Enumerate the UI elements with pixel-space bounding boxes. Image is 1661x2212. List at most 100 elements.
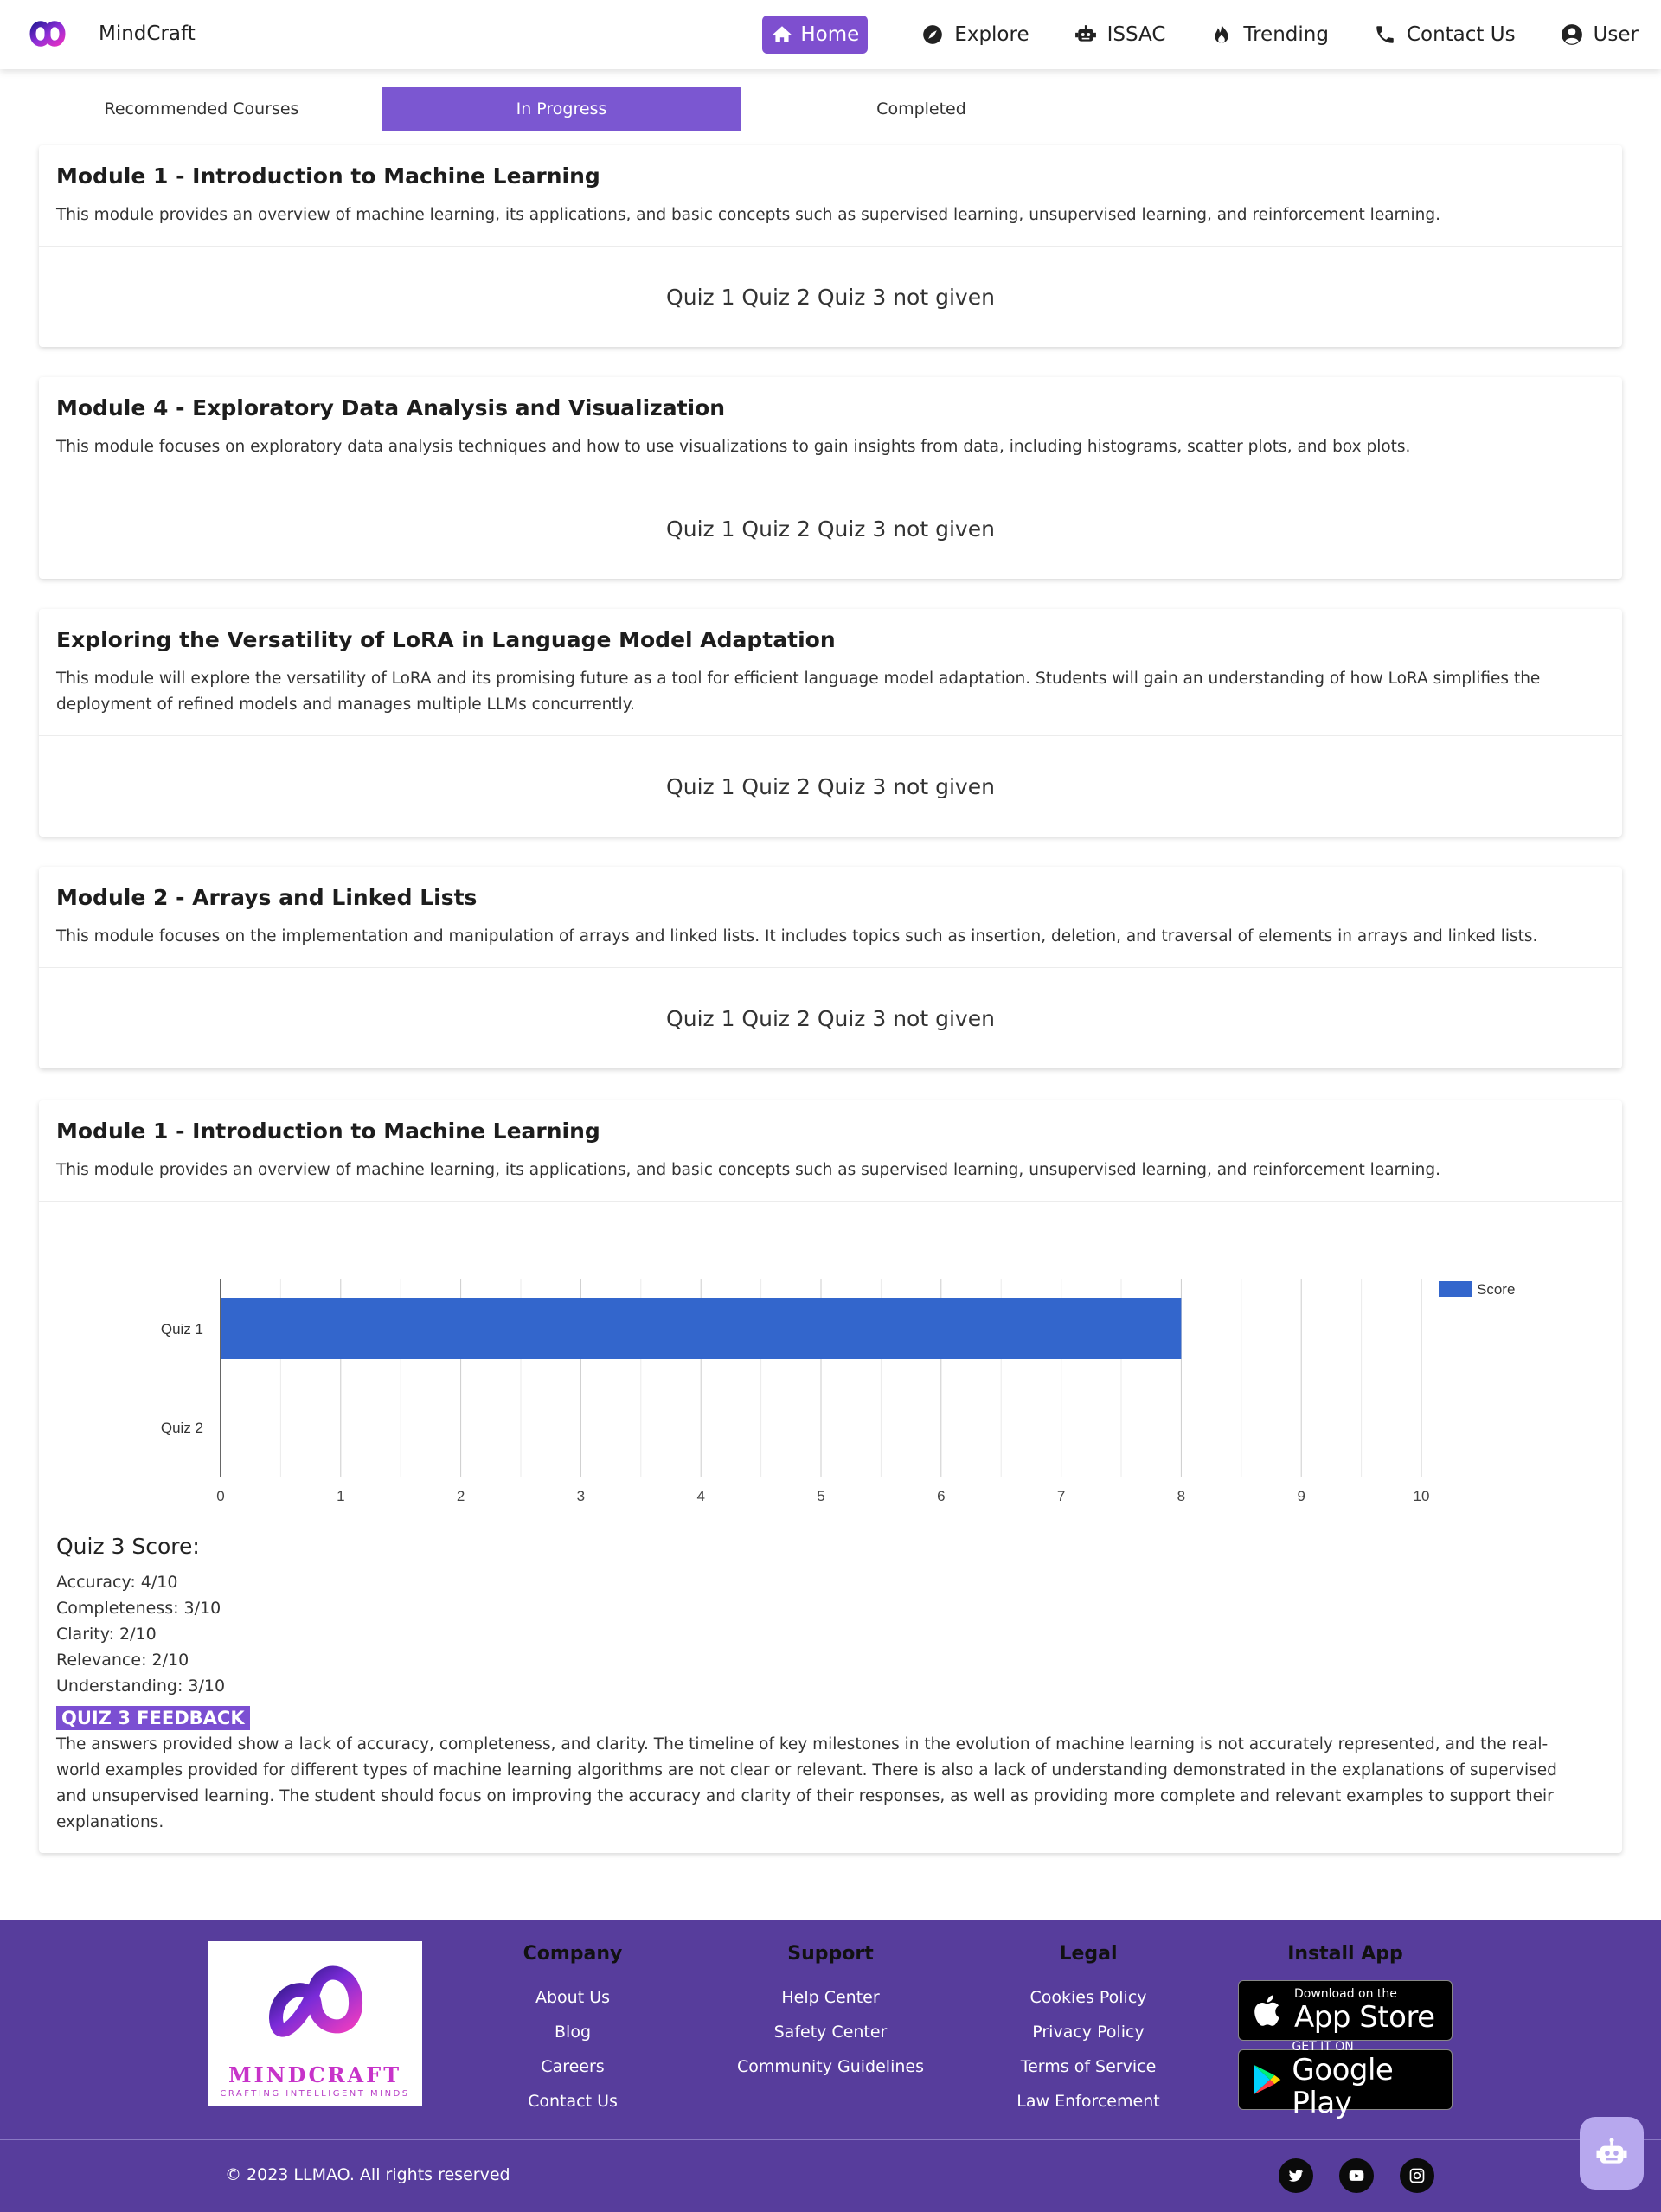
y-category-label: Quiz 2 xyxy=(161,1420,203,1436)
module-title: Module 1 - Introduction to Machine Learn… xyxy=(56,163,600,189)
nav-contact[interactable]: Contact Us xyxy=(1360,16,1530,54)
footer-link-law-enforcement[interactable]: Law Enforcement xyxy=(1002,2084,1175,2119)
nav-issac[interactable]: ISSAC xyxy=(1061,16,1180,54)
footer-link-privacy[interactable]: Privacy Policy xyxy=(1002,2015,1175,2049)
nav-issac-label: ISSAC xyxy=(1106,23,1166,46)
instagram-icon xyxy=(1409,2168,1425,2183)
tab-recommended-courses[interactable]: Recommended Courses xyxy=(22,87,382,131)
module-title: Module 1 - Introduction to Machine Learn… xyxy=(56,1119,600,1144)
social-links xyxy=(1279,2158,1460,2193)
footer-column-title: Install App xyxy=(1287,1943,1403,1965)
footer-link-careers[interactable]: Careers xyxy=(486,2049,659,2084)
top-navbar: MindCraft Home Explore ISSAC Trending Co… xyxy=(0,0,1661,69)
fire-icon xyxy=(1215,24,1229,43)
footer-link-blog[interactable]: Blog xyxy=(486,2015,659,2049)
quiz3-feedback-text: The answers provided show a lack of accu… xyxy=(56,1735,1557,1831)
instagram-link[interactable] xyxy=(1400,2158,1434,2193)
x-tick-label: 4 xyxy=(696,1488,704,1504)
module-description: This module will explore the versatility… xyxy=(56,670,1541,714)
quiz3-score-block: Quiz 3 Score: Accuracy: 4/10 Completenes… xyxy=(39,1534,1622,1853)
module-description: This module focuses on exploratory data … xyxy=(56,438,1411,456)
module-card-with-results: Module 1 - Introduction to Machine Learn… xyxy=(39,1100,1622,1853)
footer-column-title: Company xyxy=(523,1943,623,1965)
tab-completed[interactable]: Completed xyxy=(741,87,1101,131)
module-description: This module provides an overview of mach… xyxy=(56,1161,1441,1179)
course-tabs: Recommended Courses In Progress Complete… xyxy=(22,87,1101,131)
score-completeness: Completeness: 3/10 xyxy=(56,1599,221,1618)
footer-divider xyxy=(0,2139,1661,2140)
footer-logo-tagline: CRAFTING INTELLIGENT MINDS xyxy=(220,2089,410,2099)
nav-trending-label: Trending xyxy=(1243,23,1329,46)
nav-explore[interactable]: Explore xyxy=(907,16,1042,54)
nav-explore-label: Explore xyxy=(954,23,1029,46)
quiz-status: Quiz 1 Quiz 2 Quiz 3 not given xyxy=(666,1005,995,1031)
x-tick-label: 9 xyxy=(1297,1488,1305,1504)
x-tick-label: 5 xyxy=(817,1488,824,1504)
google-play-icon xyxy=(1254,2064,1281,2095)
quiz-score-chart: 0 1 2 3 4 5 6 7 8 9 10 Quiz 1 Quiz 2 Score xyxy=(39,1202,1622,1530)
tab-in-progress[interactable]: In Progress xyxy=(382,87,741,131)
footer-column-title: Legal xyxy=(1059,1943,1118,1965)
user-circle-icon xyxy=(1561,24,1582,45)
footer-link-cookies[interactable]: Cookies Policy xyxy=(1002,1980,1175,2015)
compass-icon xyxy=(923,25,943,44)
quiz3-score-title: Quiz 3 Score: xyxy=(56,1534,200,1559)
footer-link-about[interactable]: About Us xyxy=(486,1980,659,2015)
x-tick-label: 3 xyxy=(577,1488,585,1504)
brand-name: MindCraft xyxy=(99,22,196,45)
score-clarity: Clarity: 2/10 xyxy=(56,1625,157,1644)
phone-icon xyxy=(1376,26,1394,43)
module-description: This module focuses on the implementatio… xyxy=(56,927,1538,946)
footer-logo-name: MINDCRAFT xyxy=(228,2062,402,2087)
nav-user[interactable]: User xyxy=(1547,16,1652,54)
brand[interactable]: MindCraft xyxy=(19,14,196,54)
nav-home-label: Home xyxy=(800,23,860,46)
youtube-icon xyxy=(1349,2170,1364,2181)
infinity-logo-icon xyxy=(29,21,66,47)
footer-column-install: Install App Download on the App Store GE… xyxy=(1237,1943,1453,2119)
quiz-status: Quiz 1 Quiz 2 Quiz 3 not given xyxy=(666,284,995,310)
app-store-small-text: Download on the xyxy=(1294,1987,1397,2001)
footer-link-terms[interactable]: Terms of Service xyxy=(1002,2049,1175,2084)
robot-icon xyxy=(1074,25,1096,42)
robot-icon xyxy=(1596,2138,1627,2164)
twitter-icon xyxy=(1288,2170,1304,2182)
module-title: Module 2 - Arrays and Linked Lists xyxy=(56,885,478,910)
module-card: Module 2 - Arrays and Linked Lists This … xyxy=(39,867,1622,1068)
nav-menu: Home Explore ISSAC Trending Contact Us U… xyxy=(762,0,1661,69)
copyright: © 2023 LLMAO. All rights reserved xyxy=(225,2165,510,2184)
x-tick-label: 1 xyxy=(337,1488,344,1504)
nav-contact-label: Contact Us xyxy=(1406,23,1516,46)
nav-user-label: User xyxy=(1593,23,1639,46)
home-icon xyxy=(773,26,792,42)
google-play-big-text: Google Play xyxy=(1292,2053,1394,2120)
score-bar xyxy=(221,1298,1182,1359)
legend-swatch xyxy=(1439,1281,1472,1297)
module-card: Module 4 - Exploratory Data Analysis and… xyxy=(39,377,1622,579)
nav-home[interactable]: Home xyxy=(762,16,869,54)
x-tick-label: 0 xyxy=(216,1488,224,1504)
app-store-big-text: App Store xyxy=(1294,2000,1435,2035)
youtube-link[interactable] xyxy=(1339,2158,1374,2193)
quiz3-feedback-label: QUIZ 3 FEEDBACK xyxy=(56,1706,250,1730)
quiz-status: Quiz 1 Quiz 2 Quiz 3 not given xyxy=(666,773,995,799)
footer-link-help-center[interactable]: Help Center xyxy=(727,1980,934,2015)
twitter-link[interactable] xyxy=(1279,2158,1313,2193)
module-card: Exploring the Versatility of LoRA in Lan… xyxy=(39,609,1622,837)
footer-column-support: Support Help Center Safety Center Commun… xyxy=(727,1943,934,2084)
footer-link-safety-center[interactable]: Safety Center xyxy=(727,2015,934,2049)
module-card: Module 1 - Introduction to Machine Learn… xyxy=(39,145,1622,347)
module-title: Module 4 - Exploratory Data Analysis and… xyxy=(56,395,726,420)
app-store-badge[interactable]: Download on the App Store xyxy=(1238,1980,1453,2041)
footer-logo[interactable]: MINDCRAFT CRAFTING INTELLIGENT MINDS xyxy=(208,1941,422,2106)
x-tick-label: 10 xyxy=(1414,1488,1430,1504)
footer-link-community-guidelines[interactable]: Community Guidelines xyxy=(727,2049,934,2084)
quiz-score-chart-svg: 0 1 2 3 4 5 6 7 8 9 10 Quiz 1 Quiz 2 Score xyxy=(161,1279,1515,1504)
x-tick-label: 8 xyxy=(1177,1488,1185,1504)
module-title: Exploring the Versatility of LoRA in Lan… xyxy=(56,627,836,652)
footer-link-contact[interactable]: Contact Us xyxy=(486,2084,659,2119)
google-play-small-text: GET IT ON xyxy=(1292,2040,1354,2054)
chatbot-button[interactable] xyxy=(1580,2117,1644,2190)
nav-trending[interactable]: Trending xyxy=(1196,16,1343,54)
google-play-badge[interactable]: GET IT ON Google Play xyxy=(1238,2040,1453,2119)
